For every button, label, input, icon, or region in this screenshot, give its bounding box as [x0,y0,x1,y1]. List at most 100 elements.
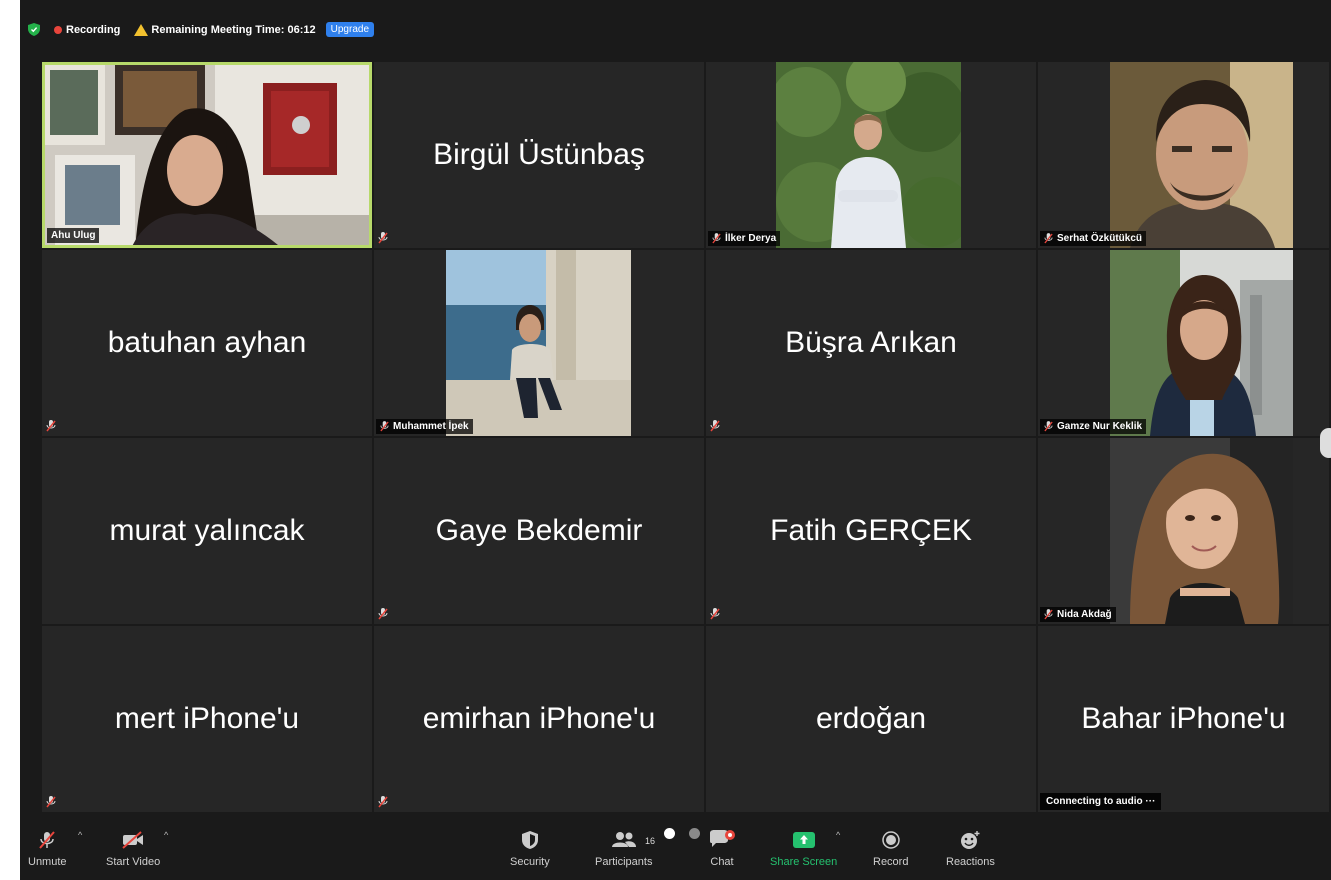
share-options-caret-icon[interactable]: ^ [836,830,840,840]
muted-mic-icon [1044,421,1053,432]
participant-name: Ahu Ulug [51,230,96,241]
security-button[interactable]: Security [510,830,550,868]
muted-mic-icon [710,420,720,432]
gallery-view: Ahu Ulug Birgül Üstünbaş İlker Derya Ser… [42,62,1329,812]
video-tile-batuhan-ayhan[interactable]: batuhan ayhan [42,250,372,436]
upgrade-button[interactable]: Upgrade [325,22,374,37]
reactions-label: Reactions [946,856,995,868]
participant-name-tag: İlker Derya [708,231,781,246]
page-dot[interactable] [689,828,700,839]
participant-name: Muhammet İpek [393,421,469,432]
video-tile-erdogan[interactable]: erdoğan [706,626,1036,812]
video-tile-gamze-nur-keklik[interactable]: Gamze Nur Keklik [1038,250,1329,436]
participant-name: Bahar iPhone'u [1081,702,1286,735]
participant-name: Gaye Bekdemir [435,514,643,547]
recording-label: Recording [66,24,121,36]
video-tile-serhat-ozkutukcu[interactable]: Serhat Özkütükcü [1038,62,1329,248]
video-tile-muhammet-ipek[interactable]: Muhammet İpek [374,250,704,436]
record-label: Record [873,856,909,868]
video-tile-gaye-bekdemir[interactable]: Gaye Bekdemir [374,438,704,624]
meeting-top-bar: Recording Remaining Meeting Time: 06:12 … [20,0,1331,60]
video-tile-fatih-gercek[interactable]: Fatih GERÇEK [706,438,1036,624]
muted-mic-icon [378,232,388,244]
security-label: Security [510,856,550,868]
chat-label: Chat [710,856,734,868]
page-dot-active[interactable] [664,828,675,839]
muted-mic-icon [378,608,388,620]
chat-bubble-icon [710,830,735,847]
share-screen-label: Share Screen [770,856,838,868]
participant-video [45,65,369,245]
encryption-shield-icon[interactable] [28,23,48,39]
muted-mic-icon [1044,233,1053,244]
pagination-dots[interactable] [664,828,700,839]
participants-label: Participants [595,856,653,868]
participant-name: Nida Akdağ [1057,609,1112,620]
audio-options-caret-icon[interactable]: ^ [78,830,82,840]
unmute-button[interactable]: Unmute [28,830,67,868]
participants-button[interactable]: 16 Participants [595,830,656,868]
video-off-camera-icon [122,831,144,849]
record-button[interactable]: Record [873,830,908,868]
video-tile-mert-iphone[interactable]: mert iPhone'u [42,626,372,812]
video-tile-ilker-derya[interactable]: İlker Derya [706,62,1036,248]
muted-mic-icon [378,796,388,808]
participant-video [446,250,631,436]
participant-name: murat yalıncak [109,514,305,547]
remaining-time-label: Remaining Meeting Time: 06:12 [151,24,316,36]
reactions-button[interactable]: Reactions [946,830,995,868]
participant-video [1110,250,1293,436]
video-tile-busra-arikan[interactable]: Büşra Arıkan [706,250,1036,436]
muted-mic-icon [712,233,721,244]
muted-mic-icon [380,421,389,432]
muted-microphone-icon [39,831,56,849]
record-icon [881,831,900,849]
meeting-controls-toolbar: Unmute ^ Start Video ^ Security 16 Parti… [20,824,1331,880]
video-tile-birgul-ustunbas[interactable]: Birgül Üstünbaş [374,62,704,248]
video-options-caret-icon[interactable]: ^ [164,830,168,840]
start-video-label: Start Video [106,856,161,868]
participant-name: batuhan ayhan [107,326,307,359]
reactions-smiley-icon [961,831,980,849]
security-shield-icon [521,831,538,849]
share-screen-button[interactable]: Share Screen [770,830,837,868]
scroll-handle[interactable] [1320,428,1331,458]
participant-video [1110,438,1293,624]
participant-name: Büşra Arıkan [785,326,957,359]
video-tile-murat-yalincak[interactable]: murat yalıncak [42,438,372,624]
start-video-button[interactable]: Start Video [106,830,160,868]
muted-mic-icon [46,796,56,808]
warning-icon [134,24,149,36]
muted-mic-icon [46,420,56,432]
participant-name-tag: Ahu Ulug [47,228,100,243]
participant-name: Serhat Özkütükcü [1057,233,1143,244]
participant-name: Birgül Üstünbaş [433,138,645,171]
unmute-label: Unmute [28,856,67,868]
zoom-meeting-window: Recording Remaining Meeting Time: 06:12 … [20,0,1331,880]
participants-count: 16 [645,836,656,846]
chat-button[interactable]: Chat [708,830,736,868]
video-tile-ahu-ulug[interactable]: Ahu Ulug [42,62,372,248]
participant-name: Gamze Nur Keklik [1057,421,1143,432]
participant-name: İlker Derya [725,233,777,244]
remaining-time-indicator: Remaining Meeting Time: 06:12 [134,24,316,36]
muted-mic-icon [1044,609,1053,620]
participants-people-icon [611,832,636,847]
participant-name-tag: Serhat Özkütükcü [1040,231,1147,246]
participant-name: erdoğan [815,702,927,735]
participant-name-tag: Muhammet İpek [376,419,473,434]
participant-name: mert iPhone'u [114,702,300,735]
participant-name-tag: Nida Akdağ [1040,607,1116,622]
share-screen-icon [792,832,815,848]
participant-video [1110,62,1293,248]
participant-name: Fatih GERÇEK [770,514,972,547]
connecting-audio-status: Connecting to audio ··· [1040,793,1162,810]
participant-name: emirhan iPhone'u [422,702,656,735]
recording-indicator[interactable]: Recording [54,24,120,36]
video-tile-bahar-iphone[interactable]: Bahar iPhone'u Connecting to audio ··· [1038,626,1329,812]
participant-name-tag: Gamze Nur Keklik [1040,419,1147,434]
video-tile-emirhan-iphone[interactable]: emirhan iPhone'u [374,626,704,812]
recording-dot-icon [54,26,62,34]
muted-mic-icon [710,608,720,620]
video-tile-nida-akdag[interactable]: Nida Akdağ [1038,438,1329,624]
